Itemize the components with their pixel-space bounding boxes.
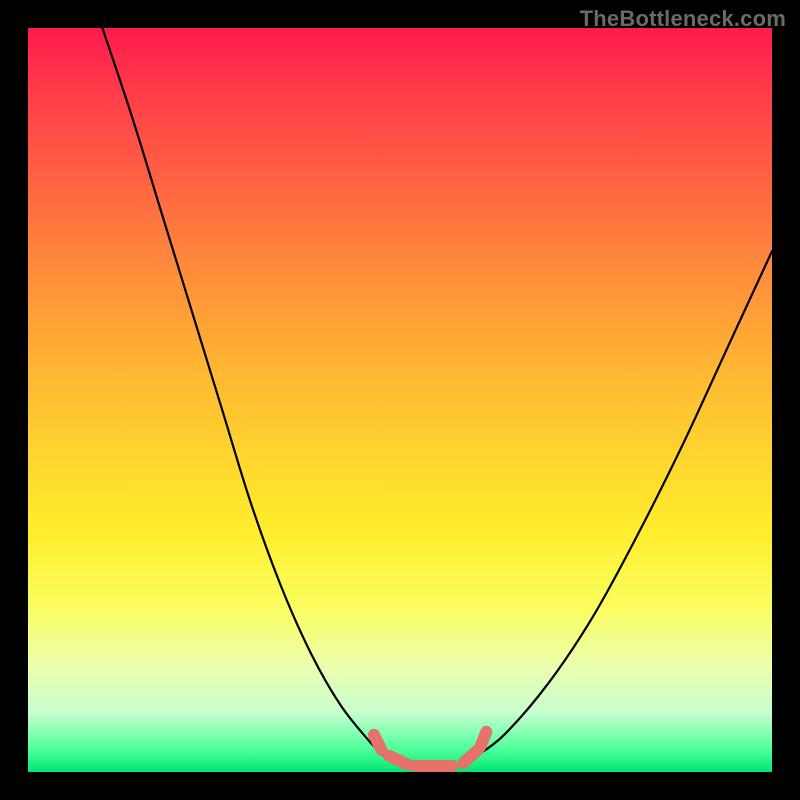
valley-marker-segment [389,756,408,765]
valley-markers [374,732,486,766]
valley-marker-segment [463,750,478,763]
curve-layer [28,28,772,772]
valley-marker-segment [374,735,381,750]
chart-frame: TheBottleneck.com [0,0,800,800]
valley-marker-segment [480,732,486,747]
curve-left [102,28,385,757]
curve-right [474,251,772,757]
plot-area [28,28,772,772]
